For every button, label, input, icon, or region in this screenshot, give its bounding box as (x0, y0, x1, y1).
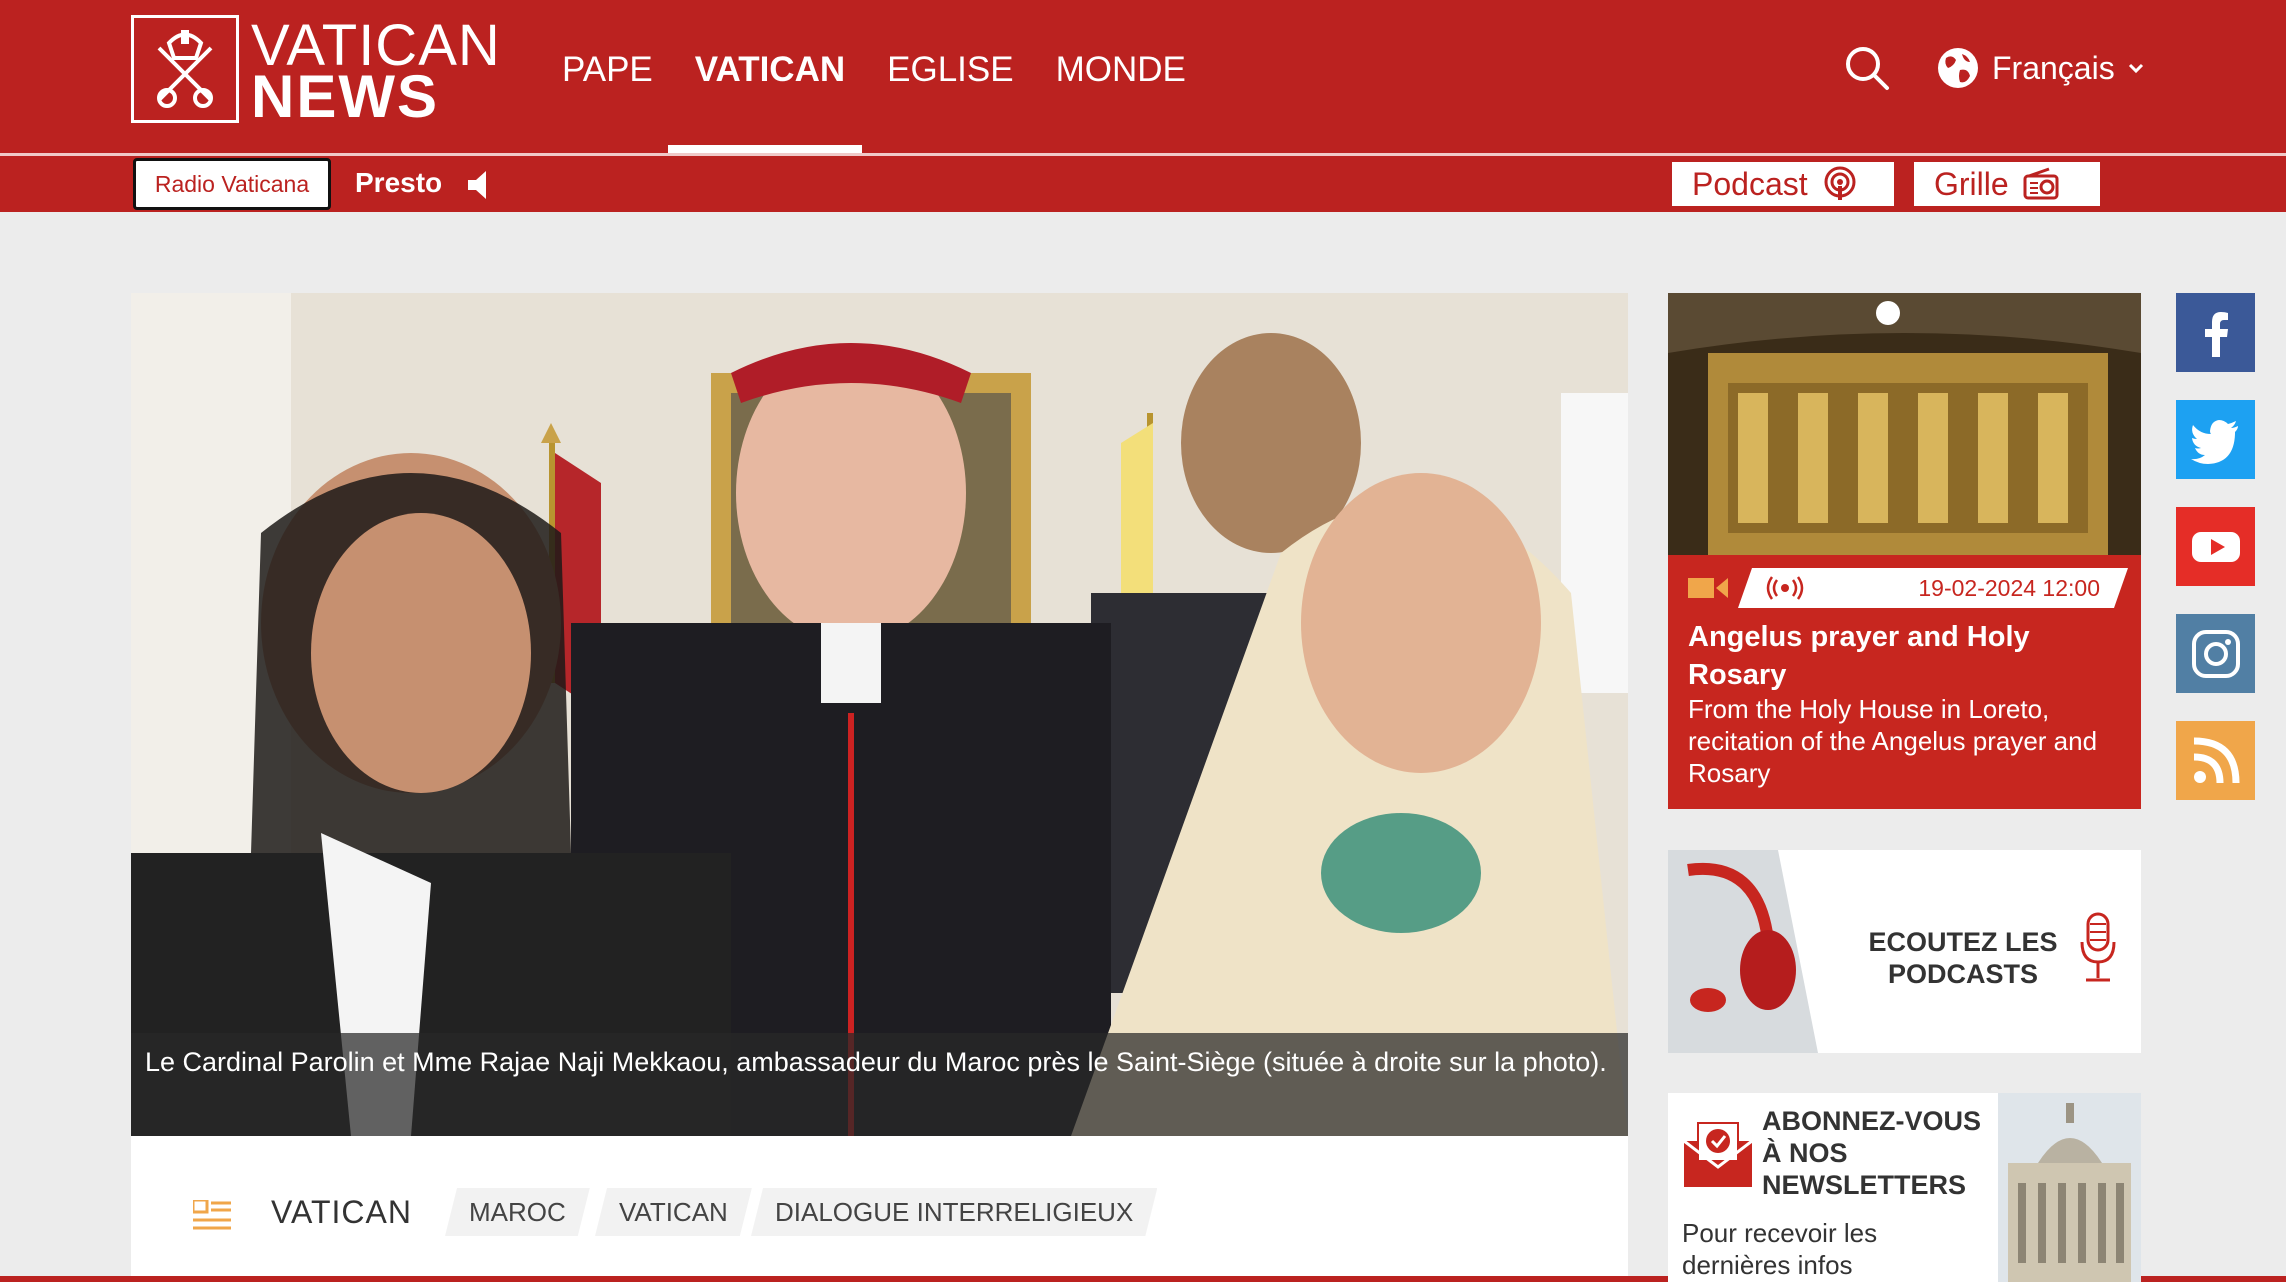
live-description: From the Holy House in Loreto, recitatio… (1688, 694, 2098, 788)
tag-dialogue-interreligieux[interactable]: DIALOGUE INTERRELIGIEUX (751, 1188, 1157, 1236)
speaker-icon[interactable] (466, 168, 494, 202)
language-label: Français (1992, 49, 2115, 86)
twitter-icon (2190, 419, 2238, 464)
hero-photo[interactable]: Le Cardinal Parolin et Mme Rajae Naji Me… (131, 293, 1628, 1136)
tag-vatican[interactable]: VATICAN (595, 1188, 752, 1236)
podcast-label: Podcast (1692, 165, 1808, 202)
hero-photo-illustration (131, 293, 1628, 1136)
nav-eglise[interactable]: EGLISE (866, 48, 1034, 92)
instagram-icon (2191, 629, 2240, 678)
rss-icon (2193, 737, 2239, 783)
section-list-icon (193, 1200, 231, 1230)
youtube-icon (2191, 531, 2240, 562)
section-label[interactable]: VATICAN (271, 1194, 412, 1231)
nav-monde[interactable]: MONDE (1035, 48, 1207, 92)
radio-icon (2023, 167, 2059, 200)
article-tag-bar: VATICAN MAROC VATICAN DIALOGUE INTERRELI… (131, 1136, 1628, 1282)
headphones-photo (1668, 850, 1818, 1053)
vatican-news-logo[interactable]: VATICAN NEWS (131, 15, 500, 130)
podcasts-card[interactable]: ECOUTEZ LES PODCASTS (1668, 850, 2141, 1053)
podcast-icon (1824, 166, 1856, 200)
language-selector[interactable]: Français (1936, 46, 2145, 90)
radio-bar: Radio Vaticana Presto Podcast Grille (0, 156, 2286, 212)
presto-label: Presto (355, 167, 443, 198)
newsletter-description: Pour recevoir les dernières infos (1682, 1218, 1878, 1280)
live-title[interactable]: Angelus prayer and Holy Rosary (1688, 618, 2128, 694)
twitter-button[interactable] (2176, 400, 2255, 479)
facebook-icon (2204, 311, 2228, 357)
podcasts-title: ECOUTEZ LES PODCASTS (1868, 927, 2058, 989)
rss-button[interactable] (2176, 721, 2255, 800)
radio-vaticana-button[interactable]: Radio Vaticana (133, 158, 331, 210)
main-nav: PAPE VATICAN EGLISE MONDE (562, 48, 1207, 92)
newsletter-mail-icon (1683, 1122, 1753, 1187)
globe-icon (1938, 48, 1978, 88)
video-camera-icon (1688, 578, 1728, 598)
nav-vatican[interactable]: VATICAN (674, 48, 866, 92)
tag-maroc[interactable]: MAROC (445, 1188, 590, 1236)
photo-caption: Le Cardinal Parolin et Mme Rajae Naji Me… (131, 1033, 1628, 1136)
search-icon[interactable] (1844, 45, 1890, 91)
logo-emblem-icon (131, 15, 239, 123)
youtube-button[interactable] (2176, 507, 2255, 586)
newsletter-card[interactable]: ABONNEZ-VOUS À NOS NEWSLETTERS Pour rece… (1668, 1093, 2141, 1282)
top-navigation-bar: VATICAN NEWS PAPE VATICAN EGLISE MONDE F… (0, 0, 2286, 153)
podcast-button[interactable]: Podcast (1672, 162, 1894, 206)
newsletter-title: ABONNEZ-VOUS À NOS NEWSLETTERS (1762, 1106, 1982, 1200)
active-nav-indicator (668, 145, 862, 153)
nav-pape[interactable]: PAPE (562, 48, 674, 92)
chevron-down-icon (2128, 63, 2143, 74)
st-peters-photo (1998, 1093, 2141, 1282)
microphone-icon (2080, 912, 2116, 982)
instagram-button[interactable] (2176, 614, 2255, 693)
facebook-button[interactable] (2176, 293, 2255, 372)
grille-button[interactable]: Grille (1914, 162, 2100, 206)
live-meta-bar: 19-02-2024 12:00 (1738, 568, 2128, 608)
live-date: 19-02-2024 12:00 (1918, 574, 2100, 601)
grille-label: Grille (1934, 165, 2009, 202)
logo-news-text: NEWS (251, 63, 439, 130)
holy-house-photo (1668, 293, 2141, 555)
live-event-card[interactable]: 19-02-2024 12:00 Angelus prayer and Holy… (1668, 293, 2141, 809)
broadcast-icon (1766, 576, 1804, 600)
